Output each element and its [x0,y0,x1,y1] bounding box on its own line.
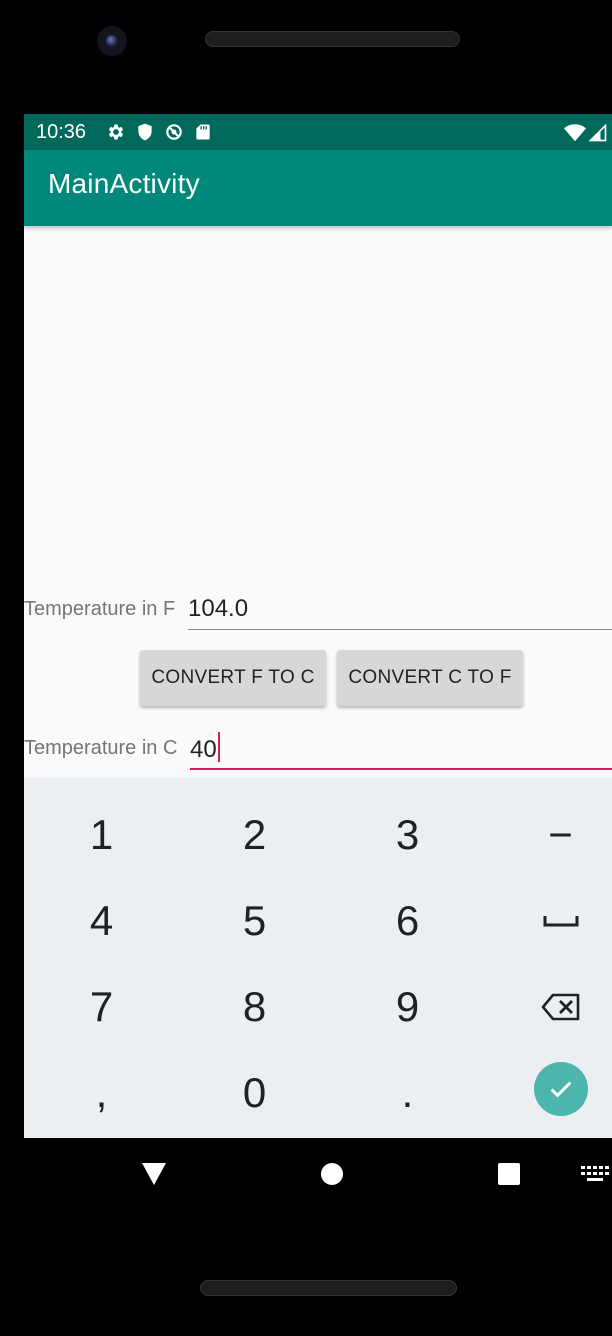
key-done[interactable] [487,1046,612,1132]
key-7[interactable]: 7 [28,964,175,1050]
done-button[interactable] [533,1062,588,1116]
celsius-value-wrap: 40 [190,732,220,764]
space-icon [543,916,578,927]
numeric-keyboard: 1 2 3 − 4 5 6 7 8 9 , 0 . [24,778,612,1138]
key-0[interactable]: 0 [181,1050,328,1136]
phone-device: 10:36 MainActivity Temperature in F CONV… [0,0,612,1336]
sd-card-icon [196,124,210,140]
key-3[interactable]: 3 [334,792,481,878]
shield-icon [138,123,152,141]
bottom-speaker-grille [200,1280,457,1296]
cellular-signal-icon [588,123,607,142]
backspace-icon [541,993,579,1021]
key-minus[interactable]: − [487,792,612,878]
key-period[interactable]: . [334,1050,481,1136]
back-button[interactable] [134,1150,174,1198]
recents-icon [498,1163,520,1185]
back-icon [142,1163,166,1185]
home-icon [321,1163,343,1185]
key-6[interactable]: 6 [334,878,481,964]
screen: 10:36 MainActivity Temperature in F CONV… [24,114,612,1138]
status-time: 10:36 [36,121,87,143]
data-saver-icon [166,124,182,140]
top-speaker-grille [205,31,460,47]
key-space[interactable] [487,878,612,964]
status-icons-right [564,122,608,144]
camera-lens [106,35,118,47]
celsius-label: Temperature in C [24,737,178,759]
recents-button[interactable] [489,1150,529,1198]
done-check-icon [550,1081,571,1098]
app-bar: MainActivity [24,150,612,226]
front-camera [97,26,127,56]
celsius-input[interactable]: 40 [190,728,612,770]
app-title: MainActivity [48,168,200,199]
text-cursor [217,732,220,762]
status-bar: 10:36 [24,114,612,150]
status-icons-left [106,122,213,142]
key-9[interactable]: 9 [334,964,481,1050]
convert-f-to-c-button[interactable]: CONVERT F TO C [140,650,326,706]
key-8[interactable]: 8 [181,964,328,1050]
keyboard-switch-icon [581,1166,609,1181]
fahrenheit-input[interactable] [188,588,612,630]
home-button[interactable] [312,1150,352,1198]
key-4[interactable]: 4 [28,878,175,964]
settings-icon [108,124,124,140]
key-5[interactable]: 5 [181,878,328,964]
celsius-value: 40 [190,736,217,763]
key-backspace[interactable] [487,964,612,1050]
fahrenheit-label: Temperature in F [24,598,176,620]
convert-c-to-f-button[interactable]: CONVERT C TO F [337,650,523,706]
key-comma[interactable]: , [28,1050,175,1136]
key-1[interactable]: 1 [28,792,175,878]
navigation-bar [24,1138,612,1210]
key-2[interactable]: 2 [181,792,328,878]
keyboard-switch-button[interactable] [580,1150,612,1198]
wifi-icon [564,124,586,142]
